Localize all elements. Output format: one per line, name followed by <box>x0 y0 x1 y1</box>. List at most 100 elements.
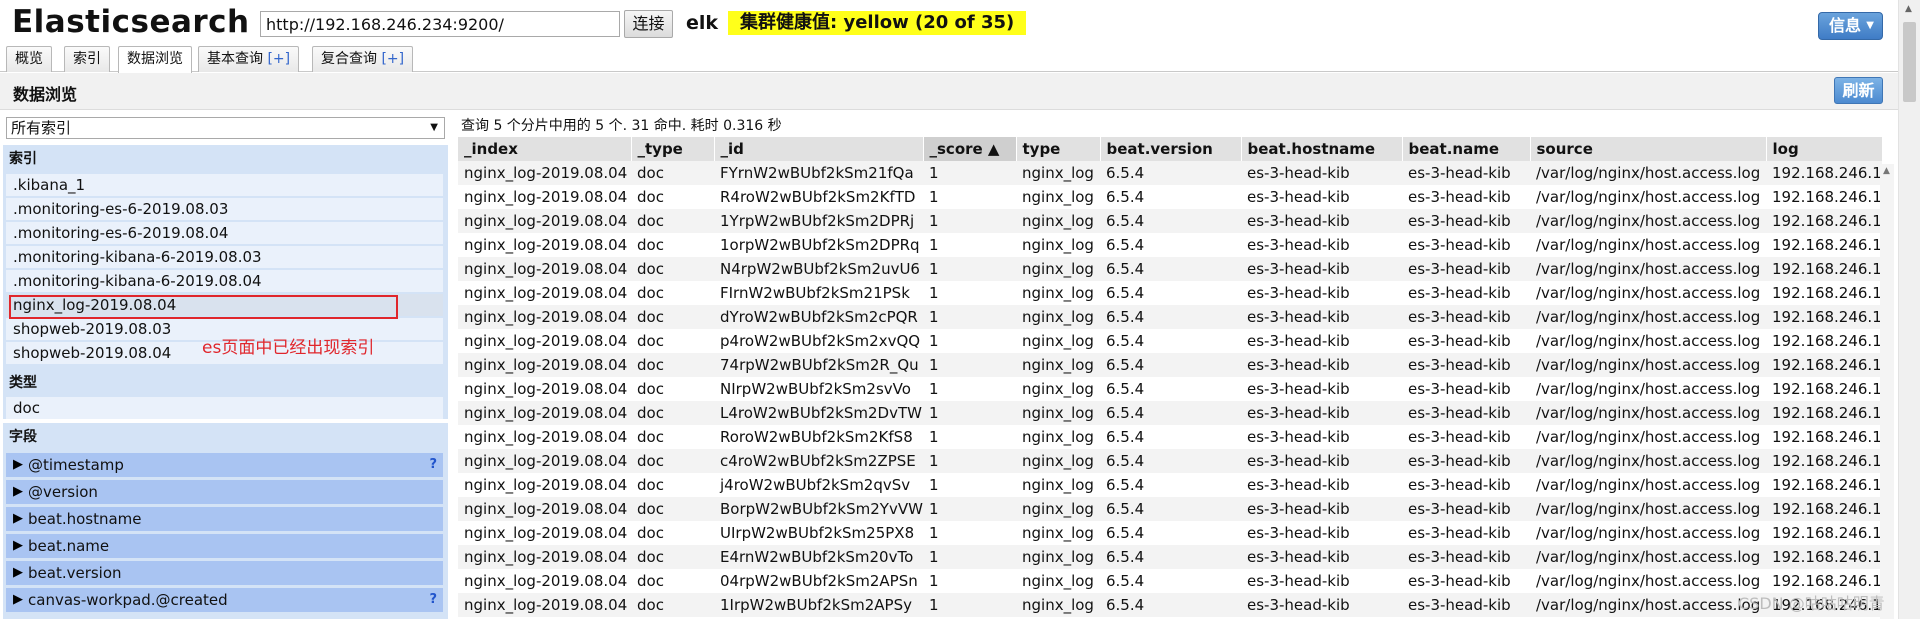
table-cell: es-3-head-kib <box>1241 473 1402 497</box>
scrollbar-thumb[interactable] <box>1903 22 1916 102</box>
scroll-up-icon[interactable]: ▲ <box>1883 166 1890 176</box>
connect-button[interactable]: 连接 <box>624 10 673 38</box>
index-item[interactable]: .monitoring-kibana-6-2019.08.03 <box>6 246 443 268</box>
tab-indices[interactable]: 索引 <box>64 46 110 72</box>
tab-data-browse[interactable]: 数据浏览 <box>118 46 192 73</box>
table-row[interactable]: nginx_log-2019.08.04 doc RoroW2wBUbf2kSm2K… <box>458 425 1882 449</box>
table-cell: BorpW2wBUbf2kSm2YvVW <box>714 497 923 521</box>
table-row[interactable]: nginx_log-2019.08.04 doc 1orpW2wBUbf2kSm2D… <box>458 233 1882 257</box>
table-cell: 1orpW2wBUbf2kSm2DPRq <box>714 233 923 257</box>
column-header[interactable]: log <box>1766 137 1883 161</box>
table-cell: /var/log/nginx/host.access.log <box>1530 209 1766 233</box>
table-cell: doc <box>631 257 714 281</box>
field-section-label: 字段 <box>9 429 37 445</box>
tab-basic-query[interactable]: 基本查询 [+] <box>198 46 300 72</box>
table-cell: es-3-head-kib <box>1241 233 1402 257</box>
table-cell: 6.5.4 <box>1100 569 1241 593</box>
refresh-button[interactable]: 刷新 <box>1834 77 1883 104</box>
table-header-row: _index _type _id _score ▲ type beat.version be… <box>458 137 1883 161</box>
column-header[interactable]: source <box>1530 137 1767 161</box>
table-row[interactable]: nginx_log-2019.08.04 doc FYrnW2wBUbf2kSm21… <box>458 161 1882 185</box>
table-row[interactable]: nginx_log-2019.08.04 doc BorpW2wBUbf2kSm2Y… <box>458 497 1882 521</box>
column-header[interactable]: _score ▲ <box>923 137 1017 161</box>
column-header[interactable]: type <box>1016 137 1101 161</box>
field-item[interactable]: ▶ beat.hostname <box>6 507 443 531</box>
cluster-url-input[interactable] <box>260 11 620 37</box>
table-cell: 1 <box>923 569 1016 593</box>
table-row[interactable]: nginx_log-2019.08.04 doc L4roW2wBUbf2kSm2D… <box>458 401 1882 425</box>
table-row[interactable]: nginx_log-2019.08.04 doc E4rnW2wBUbf2kSm20… <box>458 545 1882 569</box>
table-cell: es-3-head-kib <box>1402 497 1530 521</box>
table-cell: nginx_log <box>1016 185 1100 209</box>
page-scrollbar[interactable]: ▲ <box>1898 0 1920 619</box>
column-header[interactable]: beat.name <box>1402 137 1531 161</box>
table-cell: nginx_log <box>1016 521 1100 545</box>
table-row[interactable]: nginx_log-2019.08.04 doc p4roW2wBUbf2kSm2x… <box>458 329 1882 353</box>
table-cell: es-3-head-kib <box>1241 161 1402 185</box>
table-cell: j4roW2wBUbf2kSm2qvSv <box>714 473 923 497</box>
field-name: @version <box>28 483 98 501</box>
table-cell: 192.168.246.1 <box>1766 185 1882 209</box>
table-row[interactable]: nginx_log-2019.08.04 doc N4rpW2wBUbf2kSm2u… <box>458 257 1882 281</box>
table-row[interactable]: nginx_log-2019.08.04 doc 1YrpW2wBUbf2kSm2D… <box>458 209 1882 233</box>
index-item[interactable]: .monitoring-es-6-2019.08.03 <box>6 198 443 220</box>
table-row[interactable]: nginx_log-2019.08.04 doc c4roW2wBUbf2kSm2Z… <box>458 449 1882 473</box>
table-cell: 1 <box>923 185 1016 209</box>
field-name: @timestamp <box>28 456 124 474</box>
table-cell: 192.168.246.1 <box>1766 209 1882 233</box>
table-cell: nginx_log <box>1016 257 1100 281</box>
table-cell: 6.5.4 <box>1100 521 1241 545</box>
table-cell: nginx_log <box>1016 545 1100 569</box>
help-icon[interactable]: ? <box>429 588 437 612</box>
tab-compound-query[interactable]: 复合查询 [+] <box>312 46 414 72</box>
table-row[interactable]: nginx_log-2019.08.04 doc R4roW2wBUbf2kSm2K… <box>458 185 1882 209</box>
index-item[interactable]: .monitoring-es-6-2019.08.04 <box>6 222 443 244</box>
field-item[interactable]: ▶ @version <box>6 480 443 504</box>
tab-plus: [+] <box>381 51 405 67</box>
field-item[interactable]: ▶ beat.version <box>6 561 443 585</box>
chevron-down-icon: ▼ <box>430 122 438 133</box>
expand-triangle-icon: ▶ <box>13 565 23 580</box>
help-icon[interactable]: ? <box>429 453 437 477</box>
table-cell: 6.5.4 <box>1100 377 1241 401</box>
table-cell: N4rpW2wBUbf2kSm2uvU6 <box>714 257 923 281</box>
tab-overview[interactable]: 概览 <box>6 46 52 72</box>
table-cell: /var/log/nginx/host.access.log <box>1530 161 1766 185</box>
table-cell: 192.168.246.1 <box>1766 233 1882 257</box>
column-header[interactable]: beat.version <box>1100 137 1242 161</box>
column-header[interactable]: _id <box>714 137 924 161</box>
scroll-up-icon[interactable]: ▲ <box>1905 4 1912 14</box>
table-row[interactable]: nginx_log-2019.08.04 doc dYroW2wBUbf2kSm2c… <box>458 305 1882 329</box>
table-row[interactable]: nginx_log-2019.08.04 doc FIrnW2wBUbf2kSm21… <box>458 281 1882 305</box>
index-select[interactable]: 所有索引 ▼ <box>6 117 445 139</box>
table-scrollbar[interactable]: ▲ <box>1880 164 1894 619</box>
table-row[interactable]: nginx_log-2019.08.04 doc j4roW2wBUbf2kSm2q… <box>458 473 1882 497</box>
column-header[interactable]: _index <box>458 137 632 161</box>
table-cell: es-3-head-kib <box>1402 449 1530 473</box>
column-header[interactable]: beat.hostname <box>1241 137 1403 161</box>
cluster-name: elk <box>686 12 719 34</box>
table-row[interactable]: nginx_log-2019.08.04 doc UIrpW2wBUbf2kSm25… <box>458 521 1882 545</box>
field-item[interactable]: ▶ canvas-workpad.@created ? <box>6 588 443 612</box>
table-cell: 1IrpW2wBUbf2kSm2APSy <box>714 593 923 617</box>
type-item[interactable]: doc <box>6 397 443 419</box>
table-cell: es-3-head-kib <box>1402 329 1530 353</box>
table-row[interactable]: nginx_log-2019.08.04 doc 74rpW2wBUbf2kSm2R… <box>458 353 1882 377</box>
field-item[interactable]: ▶ beat.name <box>6 534 443 558</box>
column-header[interactable]: _type <box>631 137 715 161</box>
info-menu-button[interactable]: 信息 ▼ <box>1818 12 1883 40</box>
index-item[interactable]: .monitoring-kibana-6-2019.08.04 <box>6 270 443 292</box>
field-item[interactable]: ▶ @timestamp ? <box>6 453 443 477</box>
table-cell: es-3-head-kib <box>1241 281 1402 305</box>
table-row[interactable]: nginx_log-2019.08.04 doc 1IrpW2wBUbf2kSm2A… <box>458 593 1882 617</box>
index-item[interactable]: .kibana_1 <box>6 174 443 196</box>
table-cell: 1 <box>923 353 1016 377</box>
table-cell: FYrnW2wBUbf2kSm21fQa <box>714 161 923 185</box>
table-row[interactable]: nginx_log-2019.08.04 doc NIrpW2wBUbf2kSm2s… <box>458 377 1882 401</box>
table-cell: nginx_log-2019.08.04 <box>458 281 631 305</box>
table-cell: 1 <box>923 233 1016 257</box>
table-cell: 1 <box>923 593 1016 617</box>
table-row[interactable]: nginx_log-2019.08.04 doc 04rpW2wBUbf2kSm2A… <box>458 569 1882 593</box>
table-cell: /var/log/nginx/host.access.log <box>1530 521 1766 545</box>
table-cell: es-3-head-kib <box>1241 593 1402 617</box>
